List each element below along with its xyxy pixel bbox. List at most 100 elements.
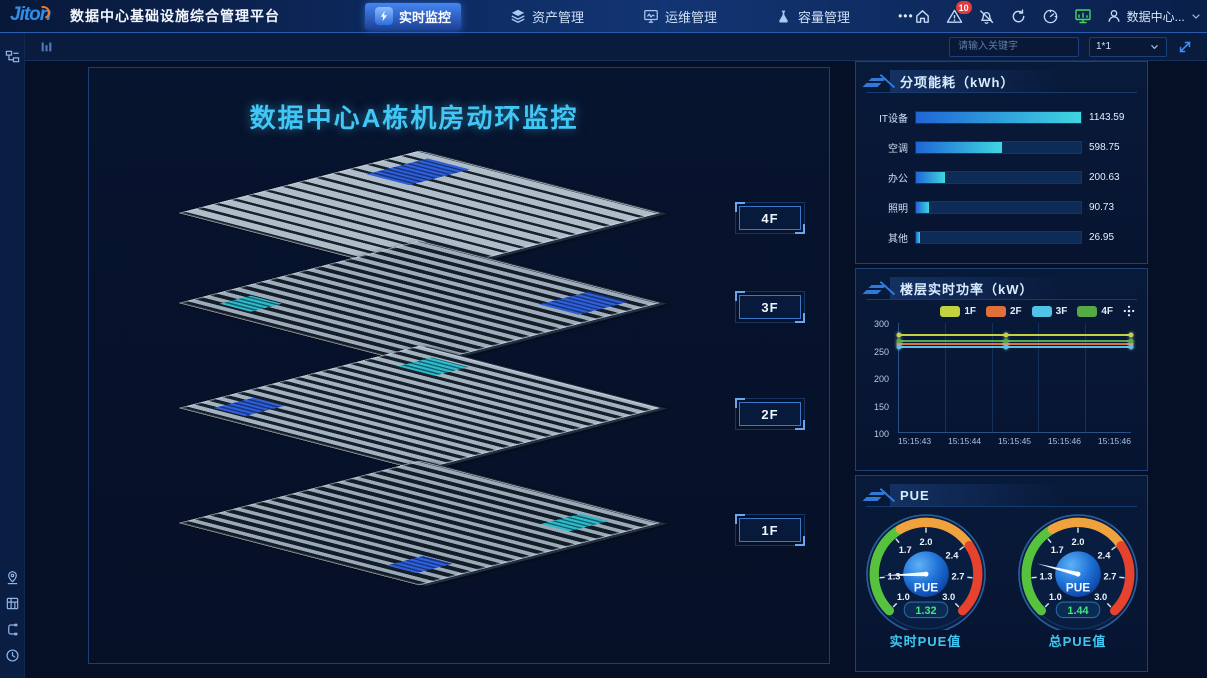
grid-layout-select[interactable]: 1*1 — [1089, 37, 1167, 57]
x-tick-label: 15:15:44 — [948, 436, 981, 449]
bar-fill — [916, 232, 920, 243]
tab-capacity-management[interactable]: 容量管理 — [765, 3, 860, 30]
series-line-2f — [899, 343, 1131, 345]
building-floor-2f[interactable] — [134, 238, 704, 538]
chevron-down-icon — [1149, 41, 1160, 52]
app-title: 数据中心基础设施综合管理平台 — [70, 6, 280, 26]
main-canvas: 数据中心A栋机房动环监控 4F 3F — [25, 61, 1207, 678]
tab-label: 资产管理 — [532, 7, 584, 26]
tab-realtime-monitor[interactable]: 实时监控 — [365, 3, 461, 30]
svg-text:1.0: 1.0 — [896, 592, 909, 602]
panel-ornament-icon — [866, 487, 900, 503]
gauge-clock-icon[interactable] — [1042, 7, 1060, 25]
grid-table-icon[interactable] — [1, 590, 23, 616]
gauge-label: 实时PUE值 — [863, 631, 989, 650]
sidebar — [0, 33, 25, 678]
app-root: Jiton 数据中心基础设施综合管理平台 实时监控 资产管理 — [0, 0, 1207, 678]
legend-item-4f[interactable]: 4F — [1077, 306, 1113, 317]
panel-header: 分项能耗（kWh） — [866, 70, 1137, 92]
bar-row: 办公 200.63 — [866, 162, 1137, 192]
pipeline-bracket-icon[interactable] — [1, 616, 23, 642]
user-menu[interactable]: 数据中心... — [1106, 8, 1202, 25]
power-legend: 1F 2F 3F 4F — [866, 305, 1135, 317]
gauge-center-label: PUE — [913, 581, 938, 595]
energy-bars: IT设备 1143.59 空调 598.75 办公 200.63 照明 — [866, 102, 1137, 252]
gauge-value: 1.44 — [1067, 605, 1088, 617]
topbar-actions: 10 数据中心... — [914, 7, 1202, 25]
building-floor-3f[interactable] — [134, 133, 704, 433]
scene-title: 数据中心A栋机房动环监控 — [99, 98, 729, 135]
alarm-count-badge: 10 — [956, 1, 972, 14]
bar-row: 照明 90.73 — [866, 192, 1137, 222]
bar-fill — [916, 142, 1002, 153]
toolbar: 1*1 — [25, 33, 1207, 61]
columns-layout-icon[interactable] — [39, 39, 54, 54]
x-tick-label: 15:15:43 — [898, 436, 931, 449]
pue-panel: PUE 1.01.31.72.02.42.73.0 PUE 1.32 实 — [855, 475, 1148, 672]
bar-value: 1143.59 — [1089, 112, 1137, 123]
floor-button-3f[interactable]: 3F — [735, 291, 805, 323]
bell-off-icon[interactable] — [978, 7, 996, 25]
bar-value: 90.73 — [1089, 202, 1137, 213]
gauge-center-label: PUE — [1065, 581, 1090, 595]
tab-more[interactable]: ••• — [898, 9, 914, 23]
bar-label: 空调 — [866, 140, 908, 155]
panel-title: 分项能耗（kWh） — [900, 72, 1014, 91]
bar-track[interactable] — [915, 171, 1082, 184]
monitor-icon[interactable] — [1074, 7, 1092, 25]
device-tree-icon[interactable] — [1, 43, 23, 69]
floor-deck — [179, 346, 660, 470]
legend-item-2f[interactable]: 2F — [986, 306, 1022, 317]
brand: Jiton 数据中心基础设施综合管理平台 — [10, 4, 280, 28]
pue-gauge-1[interactable]: 1.01.31.72.02.42.73.0 PUE 1.44 总PUE值 — [1015, 512, 1141, 650]
layers-icon — [509, 8, 526, 25]
history-clock-icon[interactable] — [1, 642, 23, 668]
grid-layout-value: 1*1 — [1096, 41, 1111, 52]
floor-deck — [179, 151, 660, 275]
svg-text:2.0: 2.0 — [1071, 537, 1084, 547]
legend-item-3f[interactable]: 3F — [1032, 306, 1068, 317]
bar-fill — [916, 202, 929, 213]
floor-button-2f[interactable]: 2F — [735, 398, 805, 430]
floor-deck — [179, 461, 660, 585]
scene-panel: 数据中心A栋机房动环监控 4F 3F — [88, 67, 830, 664]
ops-monitor-icon — [642, 8, 659, 25]
x-axis: 15:15:4315:15:4415:15:4515:15:4615:15:46 — [898, 436, 1131, 449]
alarm-icon[interactable]: 10 — [946, 7, 964, 25]
floor-button-1f[interactable]: 1F — [735, 514, 805, 546]
main-nav: 实时监控 资产管理 运维管理 容量管理 — [365, 3, 914, 30]
building-floor-1f[interactable] — [134, 353, 704, 653]
tab-asset-management[interactable]: 资产管理 — [499, 3, 594, 30]
expand-icon[interactable] — [1177, 39, 1193, 55]
bar-value: 598.75 — [1089, 142, 1137, 153]
legend-item-1f[interactable]: 1F — [940, 306, 976, 317]
bar-value: 26.95 — [1089, 232, 1137, 243]
bar-track[interactable] — [915, 201, 1082, 214]
bar-row: 空调 598.75 — [866, 132, 1137, 162]
bar-track[interactable] — [915, 231, 1082, 244]
svg-text:2.7: 2.7 — [951, 572, 964, 582]
bar-row: IT设备 1143.59 — [866, 102, 1137, 132]
search-input[interactable] — [949, 37, 1079, 57]
bar-value: 200.63 — [1089, 172, 1137, 183]
bar-track[interactable] — [915, 141, 1082, 154]
svg-text:1.3: 1.3 — [887, 572, 900, 582]
toolbox-restore-icon[interactable] — [1123, 305, 1135, 317]
tab-ops-management[interactable]: 运维管理 — [632, 3, 727, 30]
x-tick-label: 15:15:46 — [1098, 436, 1131, 449]
series-line-4f — [899, 340, 1131, 342]
svg-text:2.0: 2.0 — [919, 537, 932, 547]
bar-row: 其他 26.95 — [866, 222, 1137, 252]
home-icon[interactable] — [914, 7, 932, 25]
bar-label: 办公 — [866, 170, 908, 185]
bar-track[interactable] — [915, 111, 1082, 124]
location-icon[interactable] — [1, 564, 23, 590]
power-chart: 300250200150100 15:15:4315:15:4415:15:45… — [866, 319, 1137, 449]
floor-button-4f[interactable]: 4F — [735, 202, 805, 234]
svg-text:1.7: 1.7 — [898, 545, 911, 555]
refresh-icon[interactable] — [1010, 7, 1028, 25]
panel-ornament-icon — [866, 280, 900, 296]
bar-fill — [916, 112, 1081, 123]
topbar: Jiton 数据中心基础设施综合管理平台 实时监控 资产管理 — [0, 0, 1207, 33]
pue-gauge-0[interactable]: 1.01.31.72.02.42.73.0 PUE 1.32 实时PUE值 — [863, 512, 989, 650]
